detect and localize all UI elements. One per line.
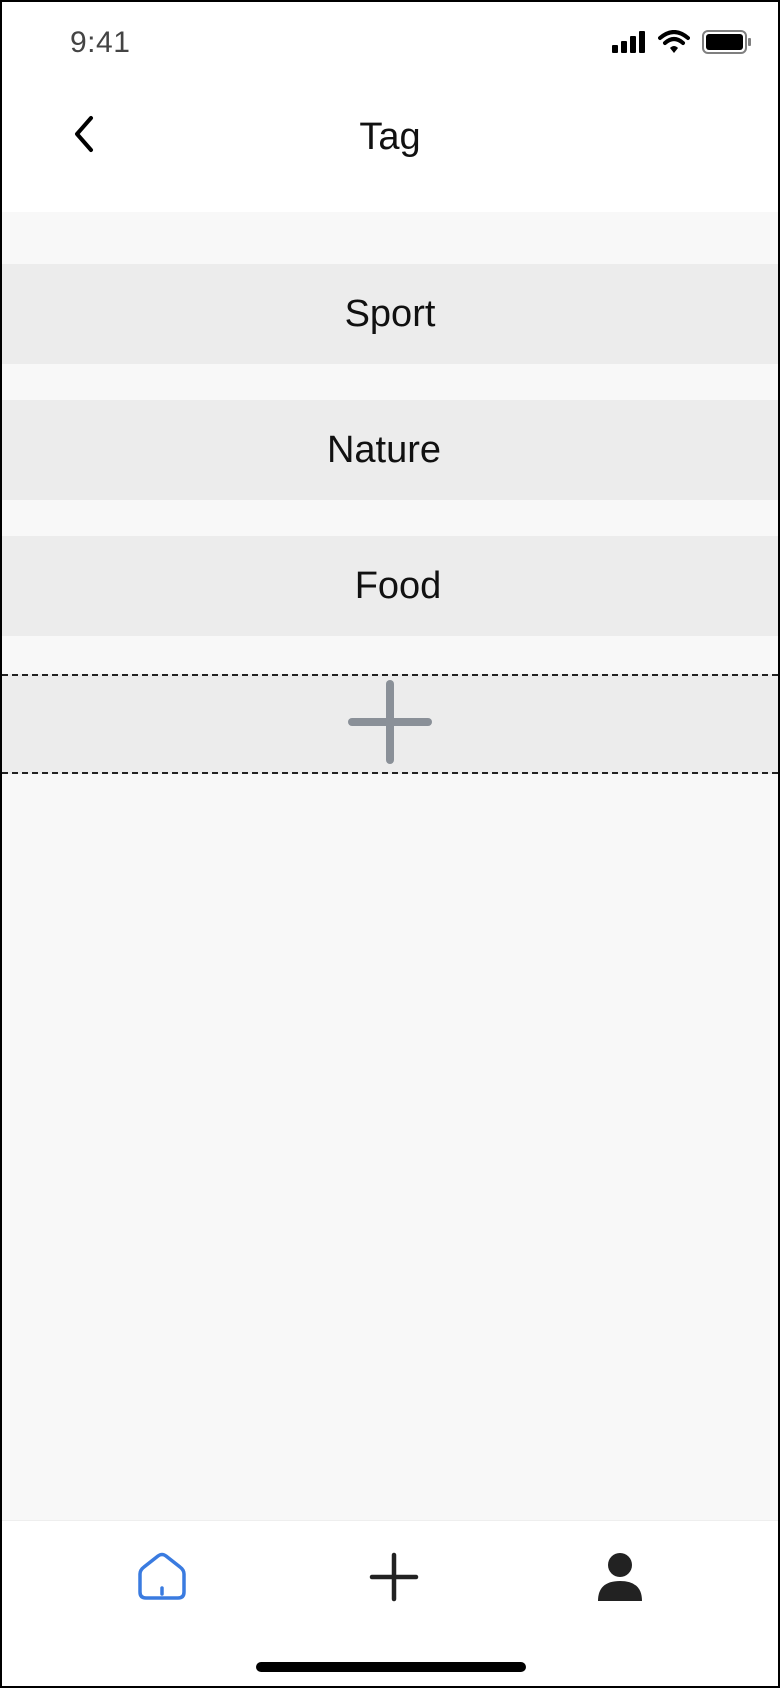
status-bar: 9:41 xyxy=(2,2,778,92)
tab-profile[interactable] xyxy=(590,1549,650,1609)
signal-icon xyxy=(612,31,646,58)
tag-item-sport[interactable]: Sport xyxy=(2,264,778,364)
add-tag-button[interactable] xyxy=(2,674,778,774)
tag-label: Food xyxy=(354,564,442,607)
status-time: 9:41 xyxy=(70,26,131,59)
home-indicator xyxy=(256,1662,526,1672)
tag-label: Sport xyxy=(344,292,436,335)
page-title: Tag xyxy=(359,116,421,158)
user-icon xyxy=(596,1551,644,1608)
tab-add[interactable] xyxy=(364,1549,424,1609)
tag-item-food[interactable]: Food xyxy=(2,536,778,636)
wifi-icon xyxy=(658,30,690,59)
phone-frame: 9:41 Tag Sport Nature Food xyxy=(0,0,780,1688)
battery-icon xyxy=(702,30,752,59)
home-icon xyxy=(136,1552,188,1607)
tag-content: Sport Nature Food xyxy=(2,212,778,1520)
tag-label: Nature xyxy=(326,428,442,471)
tag-item-nature[interactable]: Nature xyxy=(2,400,778,500)
status-icons xyxy=(612,30,752,59)
plus-icon xyxy=(368,1551,420,1608)
tag-list: Sport Nature Food xyxy=(2,264,778,672)
tab-home[interactable] xyxy=(132,1549,192,1609)
header: Tag xyxy=(2,92,778,212)
plus-icon xyxy=(348,679,432,769)
